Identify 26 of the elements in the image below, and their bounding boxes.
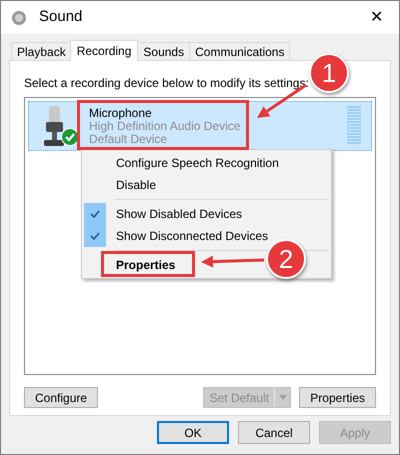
device-status: Default Device [89, 132, 168, 146]
menu-item[interactable]: Show Disconnected Devices [116, 227, 268, 245]
tab[interactable]: Communications [189, 42, 290, 60]
caret-icon [278, 395, 287, 400]
properties-button[interactable]: Properties [299, 387, 376, 408]
configure-button[interactable]: Configure [24, 387, 98, 408]
close-button[interactable]: ✕ [366, 10, 387, 26]
device-name: Microphone [89, 106, 153, 120]
menu-item[interactable]: Show Disabled Devices [116, 205, 242, 223]
device-row[interactable]: Microphone High Definition Audio Device Default Device [28, 101, 372, 151]
microphone-icon [41, 106, 67, 146]
check-icon [90, 232, 100, 240]
menu-item[interactable]: Properties [116, 256, 176, 274]
tab[interactable]: Playback [11, 42, 71, 60]
dialog-button[interactable]: OK [157, 421, 229, 444]
device-description: High Definition Audio Device [89, 120, 240, 132]
menu-item[interactable]: Configure Speech Recognition [116, 154, 279, 172]
tab[interactable]: Recording [70, 40, 138, 61]
check-icon [90, 210, 100, 218]
level-meter-icon [347, 106, 361, 146]
speaker-icon [11, 10, 27, 26]
window-title: Sound [39, 7, 82, 28]
instruction-text: Select a recording device below to modify its settings: [24, 75, 310, 92]
menu-item[interactable]: Disable [116, 176, 156, 194]
arrow [201, 256, 264, 268]
dialog-button[interactable]: Cancel [238, 421, 310, 444]
